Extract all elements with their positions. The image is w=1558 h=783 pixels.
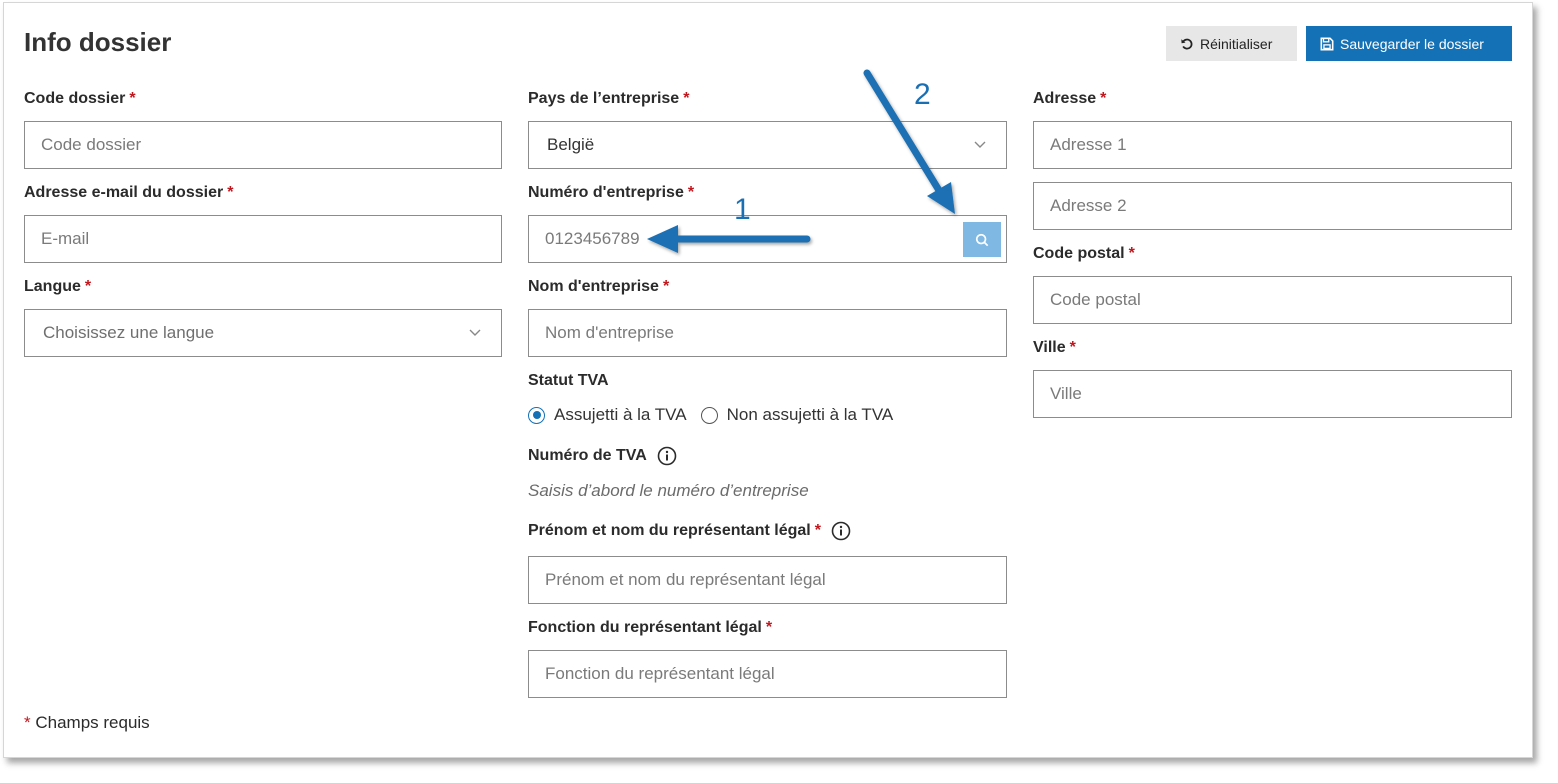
country-select[interactable]: België bbox=[528, 121, 1007, 169]
save-button[interactable]: Sauvegarder le dossier bbox=[1306, 26, 1512, 61]
reset-icon bbox=[1181, 38, 1193, 49]
postal-code-input[interactable] bbox=[1034, 277, 1511, 323]
rep-function-label: Fonction du représentant légal * bbox=[528, 619, 773, 636]
code-dossier-input[interactable] bbox=[25, 122, 501, 168]
reset-button[interactable]: Réinitialiser bbox=[1166, 26, 1297, 61]
address-label: Adresse * bbox=[1033, 90, 1107, 107]
postal-code-field[interactable] bbox=[1033, 276, 1512, 324]
country-select-value: België bbox=[547, 135, 595, 154]
address1-input[interactable] bbox=[1034, 122, 1511, 168]
address1-field[interactable] bbox=[1033, 121, 1512, 169]
required-mark: * bbox=[814, 522, 821, 539]
language-label: Langue * bbox=[24, 278, 92, 295]
required-mark: * bbox=[1128, 245, 1135, 262]
address2-field[interactable] bbox=[1033, 182, 1512, 230]
rep-name-field[interactable] bbox=[528, 556, 1007, 604]
required-mark: * bbox=[129, 90, 136, 107]
rep-name-label: Prénom et nom du représentant légal * bbox=[528, 521, 851, 541]
annotation-label-2: 2 bbox=[914, 78, 931, 111]
required-mark: * bbox=[1069, 339, 1076, 356]
required-mark: * bbox=[765, 619, 773, 636]
info-icon[interactable] bbox=[831, 521, 851, 541]
vat-liable-label[interactable]: Assujetti à la TVA bbox=[554, 405, 687, 425]
vat-number-hint: Saisis d’abord le numéro d’entreprise bbox=[528, 481, 809, 500]
email-field[interactable] bbox=[24, 215, 502, 263]
company-search-button[interactable] bbox=[963, 222, 1001, 257]
vat-status-radio-group: Assujetti à la TVA Non assujetti à la TV… bbox=[528, 405, 907, 425]
annotation-label-1: 1 bbox=[734, 193, 751, 226]
chevron-down-icon bbox=[469, 329, 481, 336]
page-title: Info dossier bbox=[24, 27, 172, 57]
city-label: Ville * bbox=[1033, 339, 1076, 356]
language-select[interactable]: Choisissez une langue bbox=[24, 309, 502, 357]
required-mark: * bbox=[227, 184, 234, 201]
rep-function-field[interactable] bbox=[528, 650, 1007, 698]
company-name-label: Nom d'entreprise * bbox=[528, 278, 670, 295]
vat-not-liable-radio[interactable] bbox=[700, 406, 718, 424]
info-icon[interactable] bbox=[657, 446, 677, 466]
email-input[interactable] bbox=[25, 216, 501, 262]
country-label: Pays de l’entreprise * bbox=[528, 90, 690, 107]
required-mark: * bbox=[687, 184, 695, 201]
company-name-field[interactable] bbox=[528, 309, 1007, 357]
company-number-field[interactable] bbox=[528, 215, 1007, 263]
vat-not-liable-label[interactable]: Non assujetti à la TVA bbox=[727, 405, 894, 425]
required-mark: * bbox=[24, 713, 31, 732]
search-icon bbox=[975, 233, 989, 246]
company-number-input[interactable] bbox=[529, 216, 1006, 262]
postal-code-label: Code postal * bbox=[1033, 245, 1135, 262]
language-select-placeholder: Choisissez une langue bbox=[43, 323, 215, 342]
save-button-label: Sauvegarder le dossier bbox=[1340, 35, 1484, 52]
code-dossier-field[interactable] bbox=[24, 121, 502, 169]
code-dossier-label: Code dossier * bbox=[24, 90, 136, 107]
vat-number-label: Numéro de TVA bbox=[528, 446, 677, 466]
rep-name-input[interactable] bbox=[529, 557, 1006, 603]
address2-input[interactable] bbox=[1034, 183, 1511, 229]
required-mark: * bbox=[84, 278, 92, 295]
required-mark: * bbox=[683, 90, 690, 107]
company-name-input[interactable] bbox=[529, 310, 1006, 356]
info-dossier-panel: Info dossier Réinitialiser Sauvegarder l… bbox=[3, 2, 1533, 758]
reset-button-label: Réinitialiser bbox=[1200, 35, 1273, 52]
vat-status-label: Statut TVA bbox=[528, 372, 609, 389]
city-input[interactable] bbox=[1034, 371, 1511, 417]
chevron-down-icon bbox=[974, 141, 986, 148]
vat-liable-radio[interactable] bbox=[528, 406, 545, 424]
email-label: Adresse e-mail du dossier * bbox=[24, 184, 234, 201]
required-mark: * bbox=[1100, 90, 1107, 107]
rep-function-input[interactable] bbox=[529, 651, 1006, 697]
save-icon bbox=[1320, 37, 1334, 50]
company-number-label: Numéro d'entreprise * bbox=[528, 184, 695, 201]
required-mark: * bbox=[662, 278, 670, 295]
required-fields-note: * Champs requis bbox=[24, 713, 150, 732]
city-field[interactable] bbox=[1033, 370, 1512, 418]
